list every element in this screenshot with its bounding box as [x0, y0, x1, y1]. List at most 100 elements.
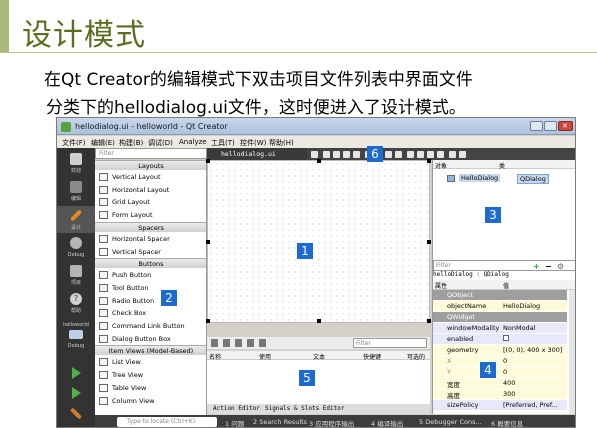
property-row[interactable]: windowModality NonModal	[433, 323, 567, 333]
widget-item[interactable]: Vertical Spacer	[95, 246, 206, 258]
status-search-results[interactable]: 2 Search Results	[253, 418, 307, 426]
widget-category[interactable]: Item Views (Model-Based)	[95, 345, 206, 356]
widget-item[interactable]: Tree View	[95, 369, 206, 381]
run-button[interactable]	[57, 364, 95, 380]
remove-property-icon[interactable]: −	[545, 262, 552, 271]
widget-item[interactable]: Radio Button	[95, 295, 206, 307]
widget-item[interactable]: Push Button	[95, 269, 206, 281]
action-filter-input[interactable]: Filter	[353, 338, 427, 348]
configure-properties-icon[interactable]: ⚙	[557, 262, 564, 271]
layout-horizontal-splitter-icon[interactable]	[385, 151, 392, 158]
widget-item[interactable]: Dialog Button Box	[95, 333, 206, 345]
status-compile-output[interactable]: 4 编译输出	[371, 418, 403, 427]
resize-handle[interactable]	[206, 319, 210, 323]
edit-buddies-icon[interactable]	[343, 151, 350, 158]
object-row[interactable]: HelloDialog QDialog	[443, 174, 573, 184]
mode-debug[interactable]: Debug	[57, 234, 95, 261]
copy-action-icon[interactable]	[235, 339, 242, 347]
widget-item[interactable]: Check Box	[95, 307, 206, 319]
property-row[interactable]: X0	[433, 356, 567, 366]
menu-tools[interactable]: 工具(T)	[211, 138, 235, 148]
edit-signals-icon[interactable]	[333, 151, 340, 158]
property-row[interactable]: Y0	[433, 367, 567, 377]
widget-category[interactable]: Buttons	[95, 258, 206, 269]
property-row[interactable]: geometry [(0, 0), 400 x 300]	[433, 345, 567, 355]
property-scrollbar[interactable]	[569, 290, 575, 414]
locate-input[interactable]: Type to locate (Ctrl+K)	[117, 417, 217, 427]
property-row[interactable]: QObject	[433, 290, 567, 300]
minimize-button[interactable]	[530, 121, 543, 131]
debug-run-button[interactable]	[57, 384, 95, 400]
menu-widgets[interactable]: 控件(W)	[240, 138, 266, 148]
resize-handle[interactable]	[427, 159, 431, 163]
widget-item[interactable]: Column View	[95, 395, 206, 407]
resize-handle[interactable]	[317, 319, 321, 323]
kit-selector[interactable]: helloworld Debug	[57, 320, 95, 354]
mode-edit[interactable]: 编辑	[57, 178, 95, 205]
edit-tab-order-icon[interactable]	[353, 151, 360, 158]
property-row[interactable]: sizePolicy [Preferred, Pref...	[433, 400, 567, 410]
menu-analyze[interactable]: Analyze	[179, 138, 207, 146]
form-canvas[interactable]	[206, 159, 431, 323]
property-row[interactable]: 宽度 400	[433, 378, 567, 389]
resize-handle[interactable]	[206, 159, 210, 163]
menu-file[interactable]: 文件(F)	[62, 138, 86, 148]
menu-build[interactable]: 构建(B)	[119, 138, 143, 148]
action-table-body[interactable]	[207, 360, 430, 404]
layout-vertical-splitter-icon[interactable]	[395, 151, 402, 158]
widget-item[interactable]: Horizontal Layout	[95, 184, 206, 196]
resize-handle[interactable]	[427, 240, 431, 244]
resize-handle[interactable]	[427, 319, 431, 323]
adjust-size-icon[interactable]	[437, 151, 444, 158]
widget-item[interactable]: List View	[95, 356, 206, 368]
configure-action-icon[interactable]	[259, 339, 266, 347]
tab-signals-slots[interactable]: Signals & Slots Editor	[265, 405, 344, 412]
preview-icon[interactable]	[449, 151, 456, 158]
status-issues[interactable]: 1 问题	[225, 418, 244, 427]
property-filter-input[interactable]: Filter	[433, 260, 575, 271]
layout-grid-icon[interactable]	[407, 151, 414, 158]
menu-help[interactable]: 帮助(H)	[269, 138, 294, 148]
property-row[interactable]: QWidget	[433, 312, 567, 322]
widget-filter-input[interactable]: Filter	[95, 148, 207, 159]
tab-close-icon[interactable]	[311, 151, 318, 158]
widget-item[interactable]: Tool Button	[95, 282, 206, 294]
status-app-output[interactable]: 3 应用程序输出	[309, 418, 354, 427]
split-view-icon[interactable]	[459, 151, 466, 158]
layout-form-icon[interactable]	[417, 151, 424, 158]
menu-debug[interactable]: 调试(D)	[148, 138, 173, 148]
property-row[interactable]: 高度 300	[433, 389, 567, 400]
checkbox-icon[interactable]	[503, 335, 509, 343]
break-layout-icon[interactable]	[427, 151, 434, 158]
widget-item[interactable]: Form Layout	[95, 209, 206, 221]
widget-item[interactable]: Command Link Button	[95, 320, 206, 332]
close-button[interactable]	[558, 121, 573, 131]
file-tab[interactable]: hellodialog.ui	[207, 148, 307, 160]
delete-action-icon[interactable]	[247, 339, 254, 347]
widget-category[interactable]: Layouts	[95, 160, 206, 170]
mode-design[interactable]: 设计	[57, 206, 95, 233]
new-action-icon[interactable]	[211, 339, 218, 347]
resize-handle[interactable]	[206, 240, 210, 244]
widget-item[interactable]: Grid Layout	[95, 196, 206, 208]
status-debugger-console[interactable]: 5 Debugger Cons...	[419, 418, 482, 426]
open-action-icon[interactable]	[223, 339, 230, 347]
property-row[interactable]: objectName HelloDialog	[433, 301, 567, 311]
add-property-icon[interactable]: +	[533, 262, 540, 271]
build-button[interactable]	[57, 404, 95, 420]
widget-item[interactable]: Horizontal Spacer	[95, 233, 206, 245]
maximize-button[interactable]	[544, 121, 557, 131]
tab-action-editor[interactable]: Action Editor	[213, 405, 260, 412]
widget-item[interactable]: Vertical Layout	[95, 171, 206, 183]
menu-edit[interactable]: 编辑(E)	[91, 138, 115, 148]
widget-item[interactable]: Table View	[95, 382, 206, 394]
property-row[interactable]: enabled	[433, 334, 567, 344]
mode-help[interactable]: ? 帮助	[57, 290, 95, 317]
window-titlebar[interactable]: hellodialog.ui - helloworld - Qt Creator	[57, 118, 575, 135]
mode-welcome[interactable]: 欢迎	[57, 150, 95, 177]
resize-handle[interactable]	[317, 159, 321, 163]
status-general-messages[interactable]: 6 概要信息	[491, 418, 523, 427]
widget-category[interactable]: Spacers	[95, 221, 206, 232]
mode-projects[interactable]: 项目	[57, 262, 95, 289]
edit-widgets-icon[interactable]	[323, 151, 330, 158]
